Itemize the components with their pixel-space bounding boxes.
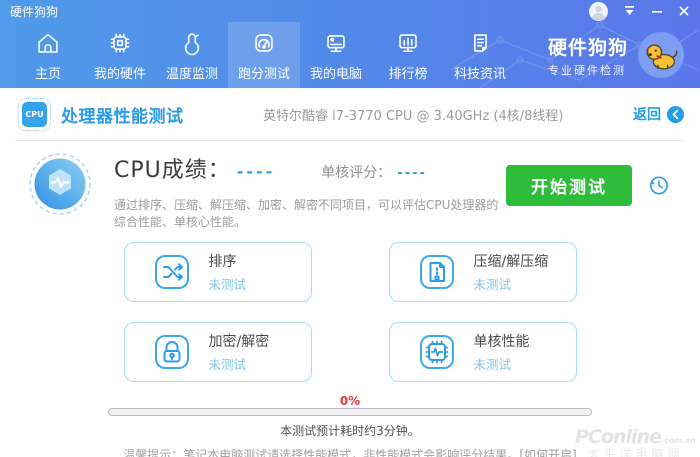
score-row: CPU成绩： ---- 单核评分： ---- 通过排序、压缩、解压缩、加密、解密… <box>0 141 700 230</box>
titlebar: 硬件狗狗 <box>0 0 700 22</box>
nav-item-home[interactable]: 主页 <box>12 22 84 88</box>
nav-label: 科技资讯 <box>453 67 506 82</box>
main-nav: 主页 我的硬件 温度监测 跑分测试 我的电脑 排行榜 科技资讯 硬件狗狗 专业硬… <box>0 22 700 88</box>
test-name: 压缩/解压缩 <box>473 254 549 270</box>
test-name: 加密/解密 <box>208 334 270 350</box>
cpu-score-value: ---- <box>236 162 276 181</box>
test-status: 未测试 <box>473 357 512 372</box>
test-description: 通过排序、压缩、解压缩、加密、解密不同项目，可以评估CPU处理器的综合性能、单核… <box>114 198 499 229</box>
nav-label: 排行榜 <box>388 67 428 82</box>
thermometer-icon <box>184 33 200 56</box>
page-subheader: CPU 处理器性能测试 英特尔酷睿 i7-3770 CPU @ 3.40GHz … <box>0 88 700 140</box>
lock-icon <box>154 335 189 369</box>
back-arrow-icon <box>667 105 684 123</box>
progress-caption: 本测试预计耗时约3分钟。 <box>280 424 420 438</box>
test-card-sort: 排序 未测试 <box>123 242 312 302</box>
test-status: 未测试 <box>473 277 512 292</box>
brand-title: 硬件狗狗 <box>547 36 628 59</box>
minimize-to-tray-icon[interactable] <box>623 5 636 17</box>
dog-mascot-logo <box>638 32 684 78</box>
back-label: 返回 <box>633 107 661 123</box>
chip-icon <box>110 33 130 53</box>
titlebar-controls <box>589 1 690 21</box>
brand-area: 硬件狗狗 专业硬件检测 <box>548 22 700 88</box>
tip-line: 温馨提示：笔记本电脑测试请选择性能模式，非性能模式会影响评分结果。[如何开启] <box>0 446 700 457</box>
start-area: 开始测试 <box>506 165 670 206</box>
cpu-model-text: 英特尔酷睿 i7-3770 CPU @ 3.40GHz (4核/8线程) <box>263 108 564 124</box>
user-icon <box>591 5 606 20</box>
nav-item-benchmark[interactable]: 跑分测试 <box>228 22 300 88</box>
progress-percent: 0% <box>339 394 361 408</box>
cpu-score-badge-icon <box>29 153 91 215</box>
brand-subtitle: 专业硬件检测 <box>547 63 626 77</box>
test-status: 未测试 <box>208 357 247 372</box>
nav-item-ranking[interactable]: 排行榜 <box>372 22 444 88</box>
nav-label: 温度监测 <box>165 67 218 82</box>
top-header: 硬件狗狗 主页 我的硬件 温度监测 跑分测试 我的电脑 排行榜 科技资讯 硬件狗… <box>0 0 700 88</box>
user-avatar[interactable] <box>589 1 608 21</box>
news-document-icon <box>474 34 487 52</box>
cpu-chip-badge-icon: CPU <box>18 97 51 131</box>
start-test-button[interactable]: 开始测试 <box>506 165 632 206</box>
close-button[interactable] <box>678 5 690 17</box>
progress-bar <box>108 408 592 416</box>
app-window: 硬件狗狗 主页 我的硬件 温度监测 跑分测试 我的电脑 排行榜 科技资讯 硬件狗… <box>0 0 700 457</box>
nav-item-my-hardware[interactable]: 我的硬件 <box>84 22 156 88</box>
chip-pulse-icon <box>419 335 454 369</box>
test-status: 未测试 <box>208 277 247 292</box>
nav-label: 主页 <box>34 67 61 82</box>
test-card-single-core: 单核性能 未测试 <box>388 322 577 382</box>
dog-icon <box>646 44 678 70</box>
minimize-button[interactable] <box>651 5 663 17</box>
nav-item-temperature[interactable]: 温度监测 <box>156 22 228 88</box>
bar-chart-icon <box>399 34 417 53</box>
page-title: 处理器性能测试 <box>61 106 184 127</box>
window-title: 硬件狗狗 <box>10 4 59 19</box>
home-icon <box>38 33 58 53</box>
nav-item-tech-news[interactable]: 科技资讯 <box>444 22 516 88</box>
test-card-compress: 压缩/解压缩 未测试 <box>388 242 577 302</box>
back-button[interactable]: 返回 <box>633 104 684 124</box>
tip-text: 温馨提示：笔记本电脑测试请选择性能模式，非性能模式会影响评分结果。 <box>123 448 520 457</box>
monitor-icon <box>327 35 345 53</box>
how-to-enable-link[interactable]: [如何开启] <box>519 448 576 457</box>
test-name: 单核性能 <box>473 334 530 350</box>
history-icon[interactable] <box>647 174 670 197</box>
progress-section: 0% 本测试预计耗时约3分钟。 <box>108 395 592 439</box>
single-core-label: 单核评分： <box>321 165 392 181</box>
gauge-icon <box>255 34 273 52</box>
nav-label: 我的硬件 <box>93 67 146 82</box>
test-cards: 排序 未测试 压缩/解压缩 未测试 加密/解密 未测试 单核性能 未测试 <box>0 242 700 382</box>
nav-label: 跑分测试 <box>237 67 290 82</box>
nav-label: 我的电脑 <box>309 67 362 82</box>
zip-file-icon <box>419 255 454 289</box>
single-core-value: ---- <box>397 166 427 181</box>
cpu-score-label: CPU成绩： <box>114 158 231 183</box>
test-card-encrypt: 加密/解密 未测试 <box>123 322 312 382</box>
nav-item-my-computer[interactable]: 我的电脑 <box>300 22 372 88</box>
main-content: CPU成绩： ---- 单核评分： ---- 通过排序、压缩、解压缩、加密、解密… <box>0 141 700 457</box>
test-name: 排序 <box>208 254 237 270</box>
shuffle-icon <box>154 255 189 289</box>
